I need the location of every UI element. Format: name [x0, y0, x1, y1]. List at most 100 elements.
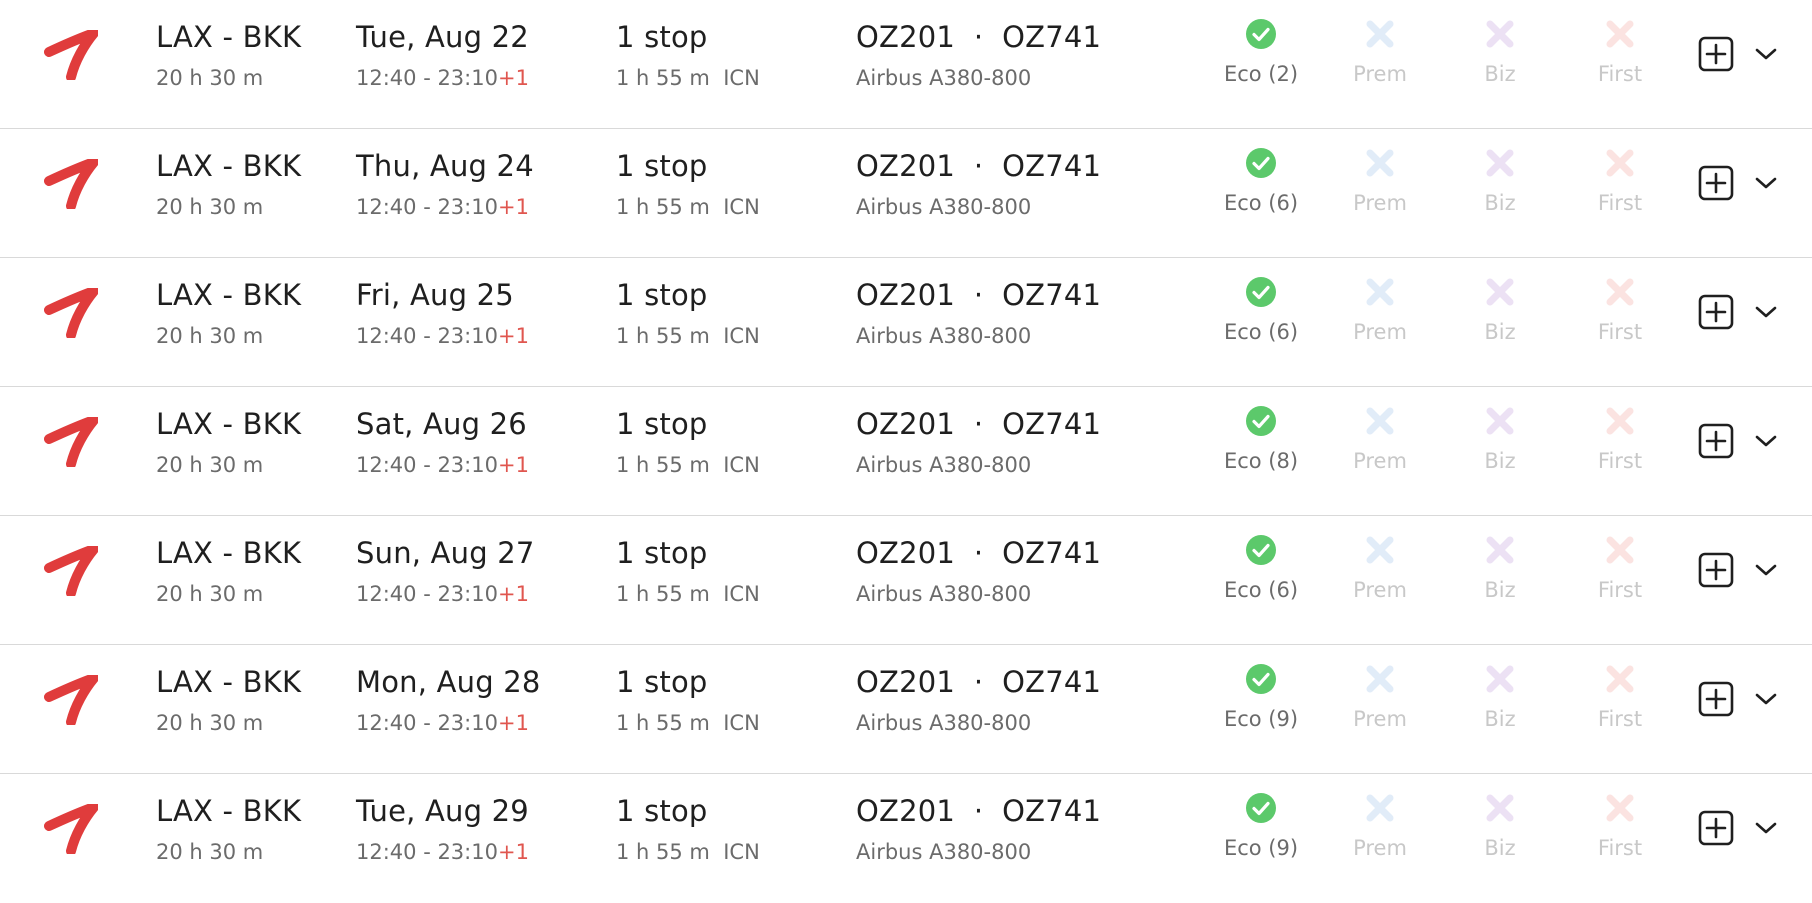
duration-label: 20 h 30 m: [156, 840, 264, 864]
cabin-prem: Prem: [1320, 18, 1440, 86]
x-icon: [1606, 407, 1634, 435]
cabin-first: First: [1560, 663, 1680, 731]
stops-label: 1 stop: [616, 278, 708, 312]
route-label: LAX - BKK: [156, 278, 302, 312]
x-icon: [1606, 20, 1634, 48]
cabin-biz-label: Biz: [1484, 320, 1516, 344]
stops-label: 1 stop: [616, 536, 708, 570]
times-label: 12:40 - 23:10+1: [356, 840, 529, 864]
cabin-first-label: First: [1597, 191, 1643, 215]
chevron-down-icon[interactable]: [1754, 45, 1778, 63]
plus-icon: [1705, 559, 1727, 581]
flight-numbers-label: OZ201 · OZ741: [856, 149, 1102, 183]
cabin-first-label: First: [1597, 836, 1643, 860]
x-icon: [1486, 149, 1514, 177]
flight-row[interactable]: LAX - BKK 20 h 30 m Fri, Aug 25 12:40 - …: [0, 258, 1812, 387]
cabin-prem-label: Prem: [1353, 62, 1407, 86]
time-range: 12:40 - 23:10: [356, 66, 498, 90]
add-flight-button[interactable]: [1698, 810, 1734, 846]
times-label: 12:40 - 23:10+1: [356, 453, 529, 477]
cabin-biz-label: Biz: [1484, 836, 1516, 860]
cabin-eco: Eco (8): [1201, 405, 1321, 473]
cabin-eco-label: Eco (6): [1223, 191, 1299, 215]
duration-label: 20 h 30 m: [156, 324, 264, 348]
cabin-biz-label: Biz: [1484, 449, 1516, 473]
add-flight-button[interactable]: [1698, 165, 1734, 201]
cabin-prem-label: Prem: [1353, 449, 1407, 473]
x-icon: [1366, 536, 1394, 564]
check-circle-icon: [1246, 277, 1276, 307]
cabin-prem: Prem: [1320, 405, 1440, 473]
check-circle-icon: [1246, 793, 1276, 823]
add-flight-button[interactable]: [1698, 294, 1734, 330]
flight-numbers-label: OZ201 · OZ741: [856, 278, 1102, 312]
cabin-eco: Eco (6): [1201, 147, 1321, 215]
x-icon: [1486, 794, 1514, 822]
flight-numbers-label: OZ201 · OZ741: [856, 794, 1102, 828]
x-icon: [1606, 149, 1634, 177]
add-flight-button[interactable]: [1698, 36, 1734, 72]
cabin-eco-label: Eco (9): [1223, 836, 1299, 860]
x-icon: [1366, 278, 1394, 306]
chevron-down-icon[interactable]: [1754, 303, 1778, 321]
cabin-eco-label: Eco (6): [1223, 578, 1299, 602]
chevron-down-icon[interactable]: [1754, 690, 1778, 708]
airline-logo-icon: [44, 546, 98, 596]
plus-icon: [1705, 43, 1727, 65]
flight-row[interactable]: LAX - BKK 20 h 30 m Thu, Aug 24 12:40 - …: [0, 129, 1812, 258]
aircraft-label: Airbus A380-800: [856, 195, 1032, 219]
flight-results-list: LAX - BKK 20 h 30 m Tue, Aug 22 12:40 - …: [0, 0, 1812, 894]
date-label: Sat, Aug 26: [356, 407, 527, 441]
route-label: LAX - BKK: [156, 536, 302, 570]
cabin-biz-label: Biz: [1484, 62, 1516, 86]
day-offset-label: +1: [497, 324, 529, 348]
flight-row[interactable]: LAX - BKK 20 h 30 m Tue, Aug 22 12:40 - …: [0, 0, 1812, 129]
aircraft-label: Airbus A380-800: [856, 66, 1032, 90]
chevron-down-icon[interactable]: [1754, 561, 1778, 579]
cabin-eco-label: Eco (6): [1223, 320, 1299, 344]
chevron-down-icon[interactable]: [1754, 432, 1778, 450]
x-icon: [1486, 20, 1514, 48]
cabin-first: First: [1560, 276, 1680, 344]
cabin-biz: Biz: [1440, 534, 1560, 602]
cabin-prem-label: Prem: [1353, 191, 1407, 215]
aircraft-label: Airbus A380-800: [856, 840, 1032, 864]
cabin-first-label: First: [1597, 62, 1643, 86]
route-label: LAX - BKK: [156, 149, 302, 183]
flight-row[interactable]: LAX - BKK 20 h 30 m Tue, Aug 29 12:40 - …: [0, 774, 1812, 903]
flight-row[interactable]: LAX - BKK 20 h 30 m Sat, Aug 26 12:40 - …: [0, 387, 1812, 516]
layover-label: 1 h 55 m ICN: [616, 711, 760, 735]
x-icon: [1486, 278, 1514, 306]
layover-label: 1 h 55 m ICN: [616, 582, 760, 606]
add-flight-button[interactable]: [1698, 552, 1734, 588]
chevron-down-icon[interactable]: [1754, 174, 1778, 192]
day-offset-label: +1: [497, 195, 529, 219]
times-label: 12:40 - 23:10+1: [356, 66, 529, 90]
cabin-eco-label: Eco (2): [1223, 62, 1299, 86]
flight-row[interactable]: LAX - BKK 20 h 30 m Sun, Aug 27 12:40 - …: [0, 516, 1812, 645]
cabin-prem-label: Prem: [1353, 320, 1407, 344]
add-flight-button[interactable]: [1698, 423, 1734, 459]
chevron-down-icon[interactable]: [1754, 819, 1778, 837]
duration-label: 20 h 30 m: [156, 453, 264, 477]
layover-label: 1 h 55 m ICN: [616, 66, 760, 90]
flight-numbers-label: OZ201 · OZ741: [856, 665, 1102, 699]
flight-row[interactable]: LAX - BKK 20 h 30 m Mon, Aug 28 12:40 - …: [0, 645, 1812, 774]
cabin-prem-label: Prem: [1353, 836, 1407, 860]
date-label: Mon, Aug 28: [356, 665, 541, 699]
time-range: 12:40 - 23:10: [356, 195, 498, 219]
x-icon: [1366, 149, 1394, 177]
plus-icon: [1705, 301, 1727, 323]
duration-label: 20 h 30 m: [156, 195, 264, 219]
cabin-eco: Eco (6): [1201, 534, 1321, 602]
x-icon: [1366, 20, 1394, 48]
stops-label: 1 stop: [616, 794, 708, 828]
plus-icon: [1705, 817, 1727, 839]
add-flight-button[interactable]: [1698, 681, 1734, 717]
x-icon: [1606, 278, 1634, 306]
check-circle-icon: [1246, 148, 1276, 178]
cabin-eco: Eco (9): [1201, 792, 1321, 860]
date-label: Thu, Aug 24: [356, 149, 534, 183]
cabin-first: First: [1560, 18, 1680, 86]
plus-icon: [1705, 688, 1727, 710]
